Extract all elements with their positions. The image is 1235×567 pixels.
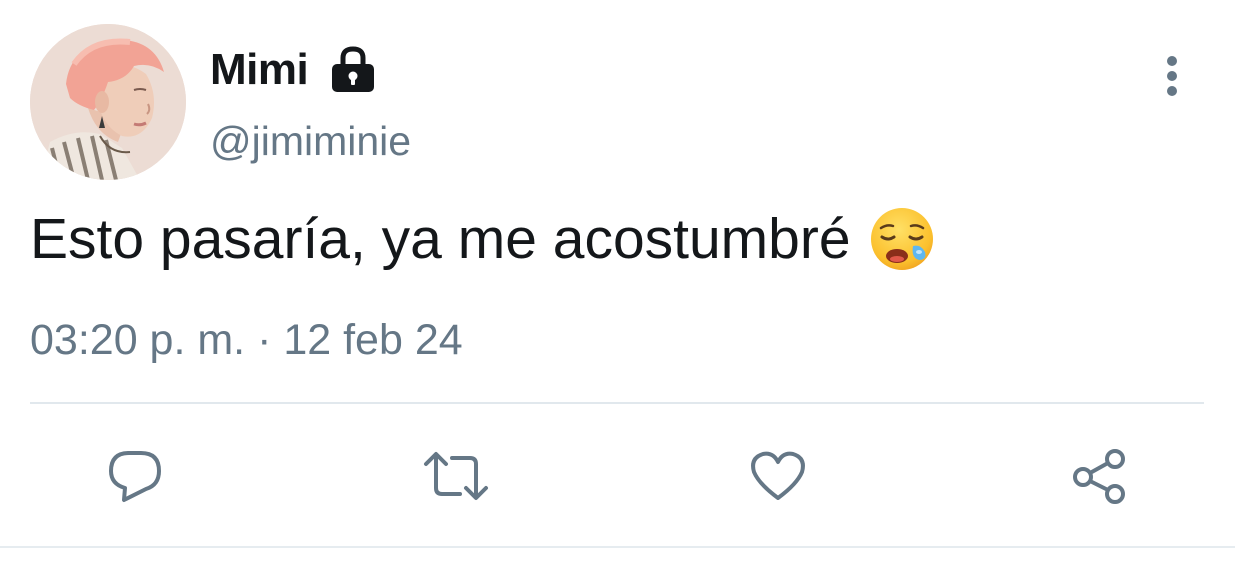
display-name[interactable]: Mimi <box>210 45 309 95</box>
reply-icon <box>109 451 161 502</box>
tweet-card: Mimi @jimiminie Esto pasaría, ya me acos… <box>0 0 1235 567</box>
retweet-button[interactable] <box>420 440 492 512</box>
tweet-timestamp[interactable]: 03:20 p. m. · 12 feb 24 <box>30 316 463 365</box>
retweet-icon <box>424 452 488 500</box>
like-icon <box>751 451 805 500</box>
profile-photo <box>30 24 186 180</box>
like-button[interactable] <box>742 440 814 512</box>
tweet-text: Esto pasaría, ya me acostumbré <box>30 207 851 271</box>
share-button[interactable] <box>1064 440 1136 512</box>
share-icon <box>1073 449 1125 504</box>
divider-bottom <box>0 546 1235 548</box>
lock-icon <box>330 45 376 95</box>
tweet-actions <box>0 440 1235 512</box>
avatar[interactable] <box>30 24 186 180</box>
tweet-body: Esto pasaría, ya me acostumbré <box>30 206 935 272</box>
display-name-row: Mimi <box>210 40 376 100</box>
user-handle[interactable]: @jimiminie <box>210 118 411 165</box>
divider <box>30 402 1204 404</box>
sleepy-face-emoji <box>869 206 935 272</box>
more-options-button[interactable] <box>1150 50 1194 102</box>
more-vertical-icon <box>1167 56 1177 96</box>
reply-button[interactable] <box>99 440 171 512</box>
